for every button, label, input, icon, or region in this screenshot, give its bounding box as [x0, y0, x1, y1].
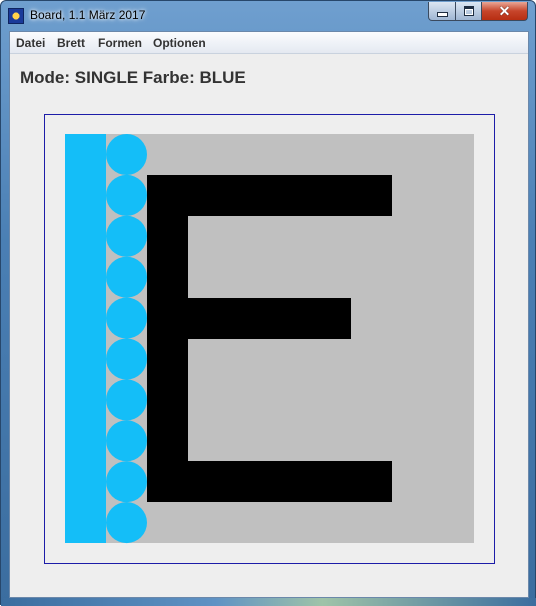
board-canvas[interactable]: [45, 115, 494, 563]
board-circle[interactable]: [106, 134, 147, 175]
board-circle[interactable]: [106, 174, 147, 216]
board-circle[interactable]: [106, 461, 147, 503]
menu-bar: Datei Brett Formen Optionen: [10, 32, 528, 54]
app-window: Board, 1.1 März 2017 ✕ Datei Brett Forme…: [0, 0, 536, 606]
board-app-icon[interactable]: [8, 8, 24, 24]
board-circle[interactable]: [106, 297, 147, 339]
maximize-icon: [463, 6, 474, 16]
menu-optionen[interactable]: Optionen: [153, 36, 206, 50]
minimize-icon: [436, 11, 448, 17]
board-circle[interactable]: [106, 256, 147, 298]
shape-top-bar[interactable]: [147, 175, 392, 216]
board-circle[interactable]: [106, 379, 147, 421]
client-area: Datei Brett Formen Optionen Mode: SINGLE…: [9, 31, 529, 598]
status-label: Mode: SINGLE Farbe: BLUE: [20, 68, 246, 87]
menu-datei[interactable]: Datei: [16, 36, 45, 50]
close-button[interactable]: ✕: [481, 2, 528, 21]
board-frame: [44, 114, 495, 564]
close-icon: ✕: [498, 2, 511, 19]
minimize-button[interactable]: [428, 2, 456, 21]
title-bar[interactable]: Board, 1.1 März 2017 ✕: [1, 1, 535, 31]
menu-formen[interactable]: Formen: [98, 36, 142, 50]
shape-middle-bar[interactable]: [147, 298, 351, 339]
menu-brett[interactable]: Brett: [57, 36, 85, 50]
selected-column[interactable]: [65, 134, 106, 543]
board-circle[interactable]: [106, 420, 147, 462]
maximize-button[interactable]: [455, 2, 482, 21]
window-title: Board, 1.1 März 2017: [30, 8, 146, 22]
board-circle[interactable]: [106, 338, 147, 380]
shape-bottom-bar[interactable]: [147, 461, 392, 502]
board-circle[interactable]: [106, 215, 147, 257]
board-circle[interactable]: [106, 502, 147, 544]
